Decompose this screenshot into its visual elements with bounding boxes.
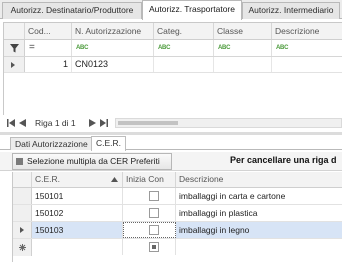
cell-inizia-con-focused: [123, 222, 176, 238]
cell-descrizione[interactable]: imballaggi in legno: [176, 222, 342, 238]
cell-cer[interactable]: 150103: [32, 222, 123, 238]
cell-classe[interactable]: [214, 57, 272, 72]
tab-autorizz-intermediario[interactable]: Autorizz. Intermediario: [242, 2, 340, 19]
row-indicator[interactable]: [4, 57, 25, 72]
text-filter-icon: ABC: [218, 45, 231, 51]
inizia-con-checkbox[interactable]: [149, 225, 159, 235]
last-record-icon[interactable]: [100, 119, 108, 127]
equals-filter-operator: =: [29, 42, 35, 53]
cell-descrizione[interactable]: imballaggi in carta e cartone: [176, 188, 342, 204]
tab-dati-autorizzazione[interactable]: Dati Autorizzazione: [10, 137, 93, 150]
delete-row-hint: Per cancellare una riga d: [230, 155, 337, 165]
text-filter-icon: ABC: [276, 45, 289, 51]
cer-grid-header: C.E.R. Inizia Con Descrizione: [13, 172, 342, 188]
cell-categ[interactable]: [154, 57, 214, 72]
filter-descrizione[interactable]: ABC: [272, 40, 342, 56]
cell-inizia-con: [123, 188, 176, 204]
splitter[interactable]: [0, 132, 342, 135]
record-navigator: Riga 1 di 1: [3, 115, 342, 131]
text-filter-icon: ABC: [158, 45, 171, 51]
scrollbar-thumb[interactable]: [118, 121, 178, 125]
first-record-icon[interactable]: [7, 119, 15, 127]
column-header-cer[interactable]: C.E.R.: [32, 172, 123, 187]
filter-n-autorizzazione[interactable]: ABC: [72, 40, 154, 56]
cer-grid: C.E.R. Inizia Con Descrizione 150101 imb…: [12, 172, 342, 262]
column-header-n-autorizzazione[interactable]: N. Autorizzazione: [72, 23, 154, 39]
table-row[interactable]: 1 CN0123: [4, 57, 342, 73]
select-multiple-cer-label: Selezione multipla da CER Preferiti: [27, 156, 160, 166]
table-row[interactable]: 150101 imballaggi in carta e cartone: [13, 188, 342, 205]
new-cell-cer[interactable]: [32, 239, 123, 255]
cell-descrizione[interactable]: [272, 57, 342, 72]
table-row-selected[interactable]: 150103 imballaggi in legno: [13, 222, 342, 239]
row-indicator[interactable]: [13, 205, 32, 221]
current-row-arrow-icon: [20, 227, 24, 233]
filter-categ[interactable]: ABC: [154, 40, 214, 56]
previous-record-icon[interactable]: [19, 119, 26, 127]
horizontal-scrollbar[interactable]: [115, 118, 342, 128]
column-header-cod[interactable]: Cod...: [25, 23, 72, 39]
new-cell-descrizione[interactable]: [176, 239, 342, 255]
filter-icon-cell[interactable]: [4, 40, 25, 56]
new-row[interactable]: [13, 239, 342, 256]
inizia-con-checkbox-indeterminate[interactable]: [149, 242, 159, 252]
sort-ascending-icon: [111, 177, 118, 182]
table-row[interactable]: 150102 imballaggi in plastica: [13, 205, 342, 222]
column-header-cer-label: C.E.R.: [35, 174, 61, 184]
row-indicator[interactable]: [13, 222, 32, 238]
column-header-classe[interactable]: Classe: [214, 23, 272, 39]
tab-autorizz-trasportatore[interactable]: Autorizz. Trasportatore: [142, 0, 242, 20]
cell-descrizione[interactable]: imballaggi in plastica: [176, 205, 342, 221]
filter-icon: [10, 44, 19, 53]
current-row-arrow-icon: [11, 62, 15, 68]
inizia-con-checkbox[interactable]: [149, 208, 159, 218]
top-tab-bar: Autorizz. Destinatario/Produttore Autori…: [0, 0, 342, 20]
new-cell-inizia-con: [123, 239, 176, 255]
tab-cer[interactable]: C.E.R.: [91, 136, 127, 151]
column-header-descrizione[interactable]: Descrizione: [176, 172, 342, 187]
tab-autorizz-destinatario-produttore[interactable]: Autorizz. Destinatario/Produttore: [2, 2, 142, 19]
filter-cod[interactable]: =: [25, 40, 72, 56]
record-counter: Riga 1 di 1: [35, 118, 76, 128]
column-header-categ[interactable]: Categ.: [154, 23, 214, 39]
authorization-grid: Cod... N. Autorizzazione Categ. Classe D…: [3, 22, 342, 130]
filter-classe[interactable]: ABC: [214, 40, 272, 56]
select-multiple-cer-button[interactable]: Selezione multipla da CER Preferiti: [12, 153, 172, 170]
cell-n-autorizzazione[interactable]: CN0123: [72, 57, 154, 72]
inizia-con-checkbox[interactable]: [149, 191, 159, 201]
column-header-descrizione[interactable]: Descrizione: [272, 23, 342, 39]
grid-indicator-header: [4, 23, 25, 39]
new-row-asterisk-icon: [19, 244, 26, 251]
new-row-indicator[interactable]: [13, 239, 32, 256]
cell-inizia-con: [123, 205, 176, 221]
cell-cer[interactable]: 150102: [32, 205, 123, 221]
cell-cod[interactable]: 1: [25, 57, 72, 72]
text-filter-icon: ABC: [76, 45, 89, 51]
cer-toolbar: Selezione multipla da CER Preferiti Per …: [0, 152, 342, 171]
lower-tab-bar: Dati Autorizzazione C.E.R.: [0, 136, 342, 151]
next-record-icon[interactable]: [89, 119, 96, 127]
multi-select-icon: [16, 158, 23, 165]
row-indicator[interactable]: [13, 188, 32, 204]
filter-row: = ABC ABC ABC ABC: [4, 40, 342, 57]
cer-indicator-header: [13, 172, 32, 187]
grid-header: Cod... N. Autorizzazione Categ. Classe D…: [4, 23, 342, 40]
column-header-inizia-con[interactable]: Inizia Con: [123, 172, 176, 187]
cell-cer[interactable]: 150101: [32, 188, 123, 204]
